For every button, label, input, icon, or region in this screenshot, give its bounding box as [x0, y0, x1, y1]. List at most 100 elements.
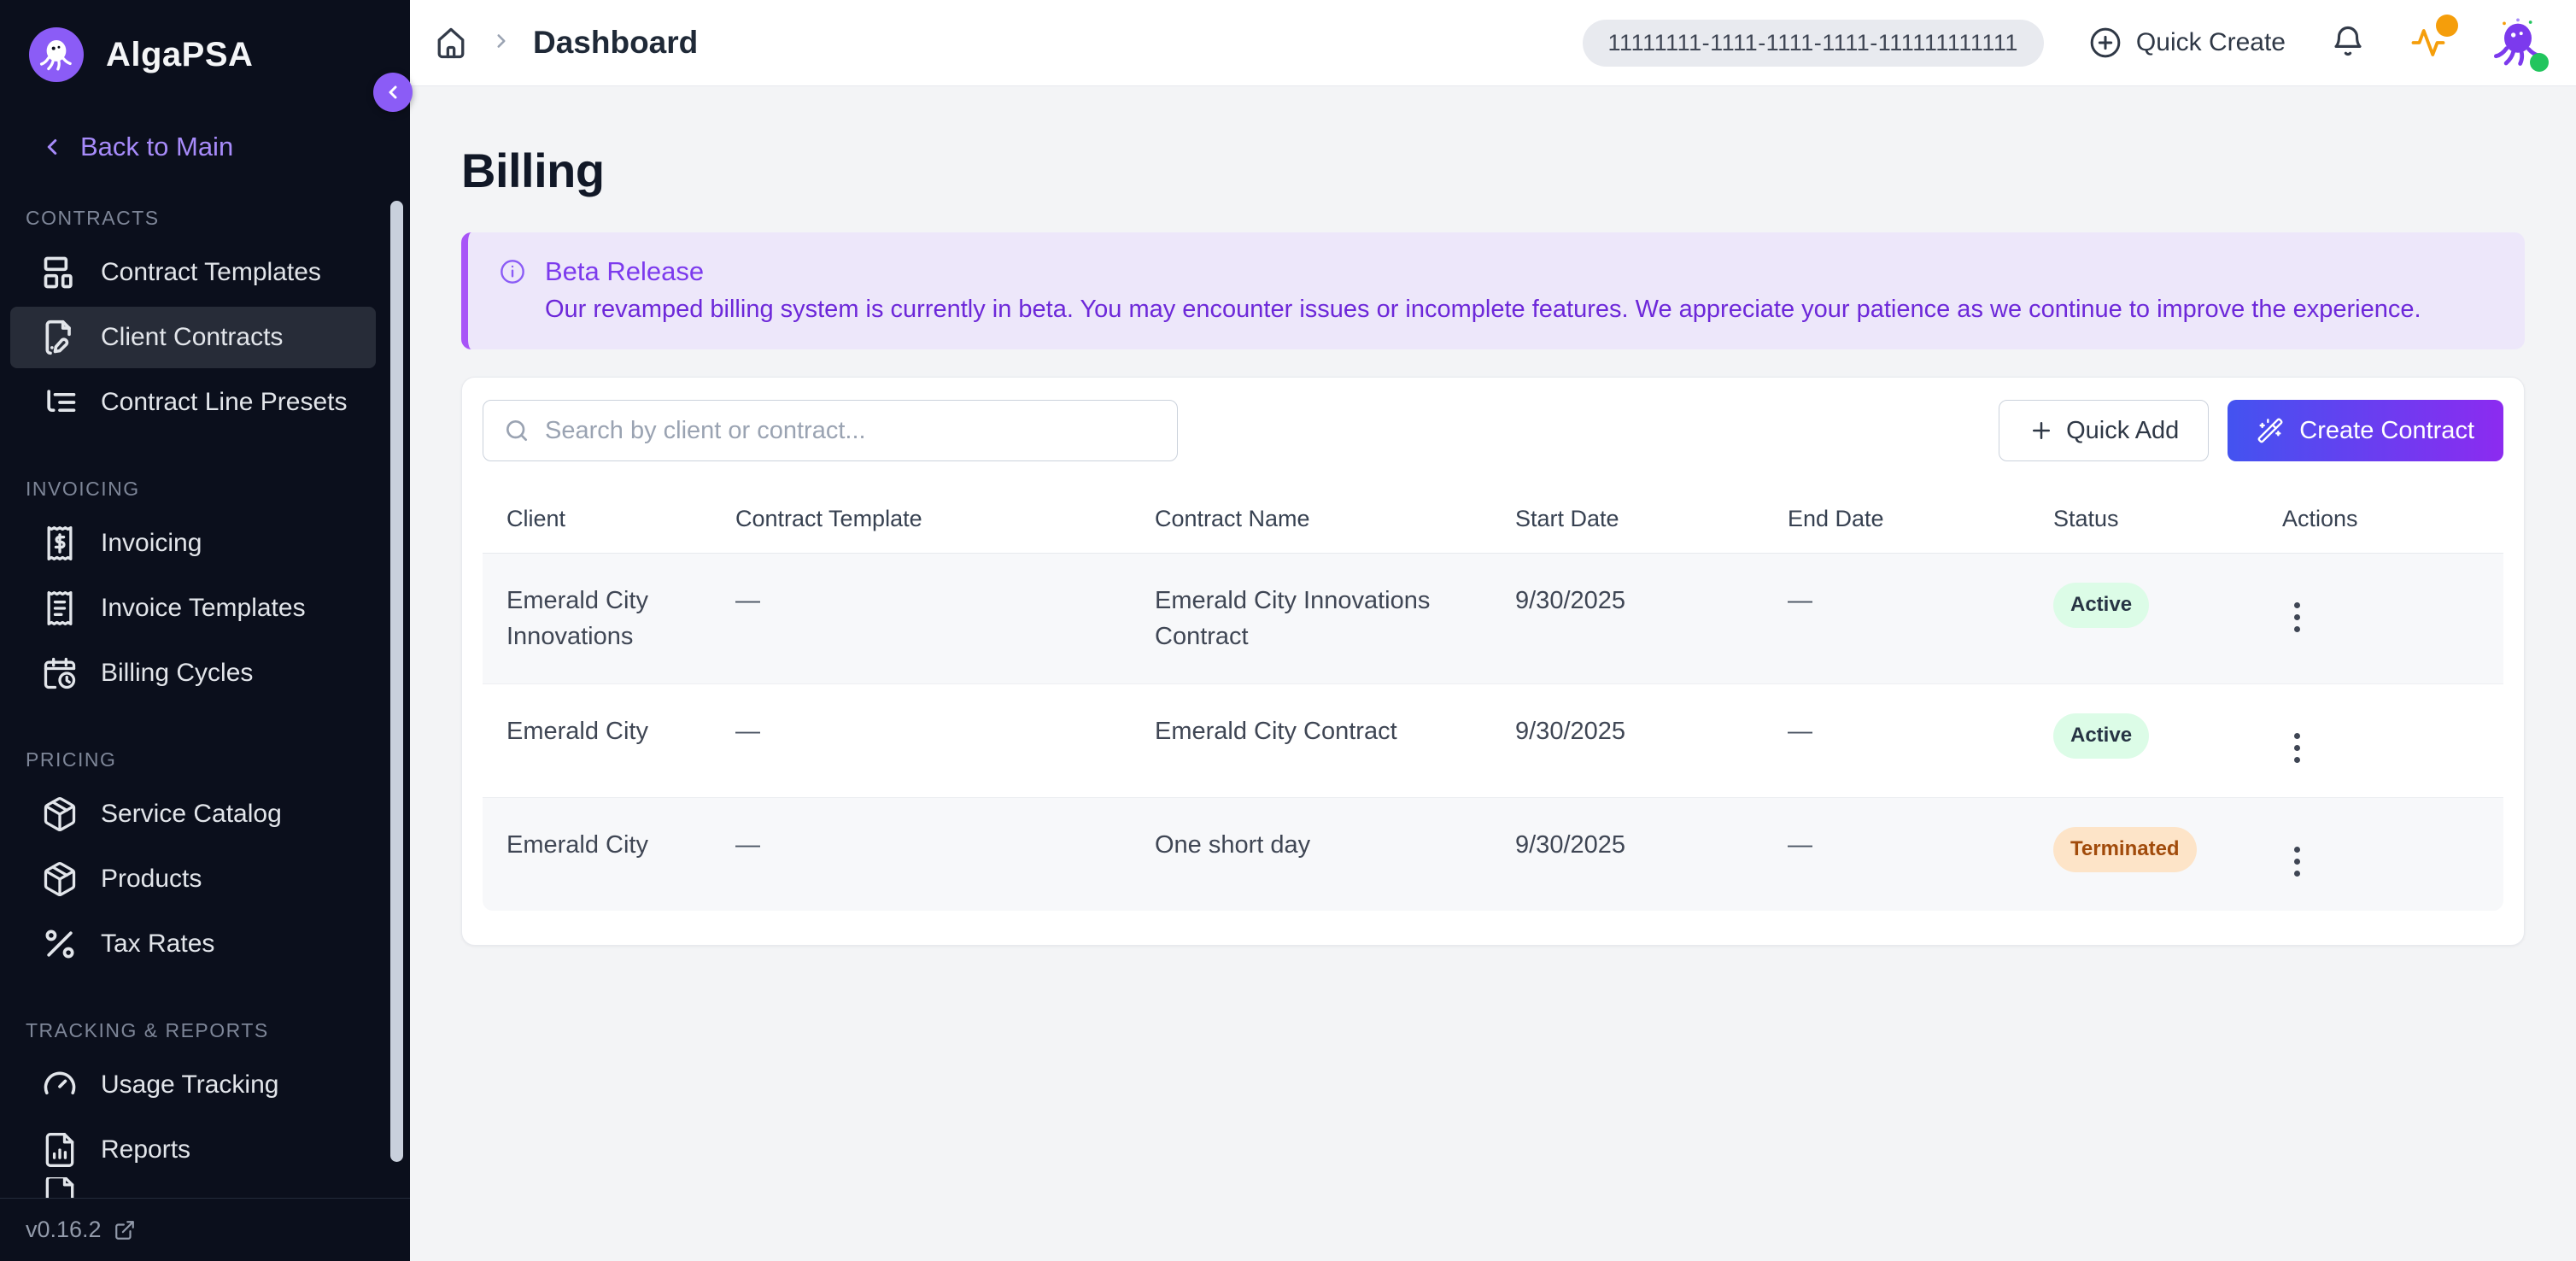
cell-end: — — [1764, 798, 2029, 912]
row-actions-menu-button[interactable] — [2282, 728, 2312, 768]
activity-button[interactable] — [2410, 25, 2446, 61]
plus-icon — [2029, 418, 2054, 443]
contracts-table: Client Contract Template Contract Name S… — [483, 485, 2503, 911]
cell-client: Emerald City — [483, 684, 711, 798]
sidebar-item-label: Invoice Templates — [101, 594, 306, 623]
info-icon — [499, 258, 526, 285]
sidebar-item-invoice-templates[interactable]: Invoice Templates — [10, 578, 376, 639]
cell-client: Emerald City — [483, 798, 711, 912]
package-icon — [41, 860, 79, 898]
search-icon — [503, 417, 530, 444]
sidebar-item-label: Usage Tracking — [101, 1070, 278, 1100]
home-breadcrumb-button[interactable] — [432, 24, 470, 62]
col-end-date: End Date — [1764, 485, 2029, 554]
sidebar-item-products[interactable]: Products — [10, 848, 376, 910]
sidebar-item-label: Service Catalog — [101, 800, 282, 829]
section-tracking-reports: TRACKING & REPORTS — [26, 1019, 410, 1042]
percent-icon — [41, 925, 79, 963]
cell-start: 9/30/2025 — [1491, 798, 1764, 912]
sidebar-scrollbar-thumb[interactable] — [390, 201, 403, 1162]
panels-icon — [41, 254, 79, 291]
table-header-row: Client Contract Template Contract Name S… — [483, 485, 2503, 554]
file-pen-icon — [41, 319, 79, 356]
nav-pricing: Service Catalog Products Tax Rates — [0, 783, 410, 975]
cell-template: — — [711, 554, 1131, 684]
col-start-date: Start Date — [1491, 485, 1764, 554]
col-client: Client — [483, 485, 711, 554]
sidebar-item-service-catalog[interactable]: Service Catalog — [10, 783, 376, 845]
cell-start: 9/30/2025 — [1491, 684, 1764, 798]
cell-template: — — [711, 684, 1131, 798]
table-row[interactable]: Emerald City Innovations — Emerald City … — [483, 554, 2503, 684]
page-title: Billing — [461, 143, 2525, 198]
chevron-left-icon — [39, 134, 65, 160]
online-status-dot — [2530, 53, 2549, 72]
status-badge: Active — [2053, 583, 2149, 628]
page-billing: Billing Beta Release Our revamped billin… — [410, 86, 2576, 1261]
sidebar-item-label: Contract Line Presets — [101, 388, 347, 417]
cell-end: — — [1764, 554, 2029, 684]
back-to-main-link[interactable]: Back to Main — [39, 132, 410, 162]
octopus-logo-icon — [29, 27, 84, 82]
status-badge: Terminated — [2053, 827, 2197, 872]
notifications-button[interactable] — [2330, 25, 2366, 61]
breadcrumb: Dashboard — [432, 24, 698, 62]
sidebar-item-invoicing[interactable]: Invoicing — [10, 513, 376, 574]
quick-add-label: Quick Add — [2066, 417, 2179, 445]
sidebar-item-reports[interactable]: Reports — [10, 1119, 376, 1181]
cell-template: — — [711, 798, 1131, 912]
chevron-left-icon — [383, 82, 403, 103]
header-actions: 11111111-1111-1111-1111-111111111111 Qui… — [1583, 15, 2545, 70]
table-row[interactable]: Emerald City — Emerald City Contract 9/3… — [483, 684, 2503, 798]
quick-create-label: Quick Create — [2136, 28, 2286, 57]
cell-end: — — [1764, 684, 2029, 798]
receipt-dollar-icon — [41, 525, 79, 562]
wand-sparkles-icon — [2257, 417, 2284, 444]
sidebar-item-billing-cycles[interactable]: Billing Cycles — [10, 642, 376, 704]
package-icon — [41, 795, 79, 833]
cell-name: Emerald City Innovations Contract — [1131, 554, 1491, 684]
sidebar-item-usage-tracking[interactable]: Usage Tracking — [10, 1054, 376, 1116]
create-contract-label: Create Contract — [2299, 417, 2474, 445]
sidebar-item-label: Billing Cycles — [101, 659, 253, 688]
sidebar-item-client-contracts[interactable]: Client Contracts — [10, 307, 376, 368]
sidebar-item-tax-rates[interactable]: Tax Rates — [10, 913, 376, 975]
external-link-icon[interactable] — [114, 1219, 136, 1241]
cell-name: One short day — [1131, 798, 1491, 912]
nav-invoicing: Invoicing Invoice Templates Billing Cycl… — [0, 513, 410, 704]
section-pricing: PRICING — [26, 748, 410, 771]
col-actions: Actions — [2258, 485, 2503, 554]
beta-release-banner: Beta Release Our revamped billing system… — [461, 232, 2525, 349]
contracts-toolbar: Quick Add Create Contract — [483, 400, 2503, 461]
user-avatar[interactable] — [2491, 15, 2545, 70]
tenant-id-badge: 11111111-1111-1111-1111-111111111111 — [1583, 20, 2044, 67]
cell-client: Emerald City Innovations — [483, 554, 711, 684]
row-actions-menu-button[interactable] — [2282, 597, 2312, 637]
cell-start: 9/30/2025 — [1491, 554, 1764, 684]
file-chart-icon — [41, 1131, 79, 1169]
nav-contracts: Contract Templates Client Contracts Cont… — [0, 242, 410, 433]
sidebar-item-label: Products — [101, 865, 202, 894]
create-contract-button[interactable]: Create Contract — [2228, 400, 2503, 461]
list-tree-icon — [41, 384, 79, 421]
sidebar-collapse-button[interactable] — [373, 73, 413, 112]
col-contract-template: Contract Template — [711, 485, 1131, 554]
quick-add-button[interactable]: Quick Add — [1999, 400, 2209, 461]
main-column: Dashboard 11111111-1111-1111-1111-111111… — [410, 0, 2576, 1261]
search-input[interactable] — [483, 400, 1178, 461]
quick-create-button[interactable]: Quick Create — [2088, 26, 2286, 60]
home-icon — [432, 24, 470, 62]
sidebar: AlgaPSA Back to Main CONTRACTS Contract … — [0, 0, 410, 1261]
table-row[interactable]: Emerald City — One short day 9/30/2025 —… — [483, 798, 2503, 912]
banner-title: Beta Release — [545, 256, 704, 287]
banner-message: Our revamped billing system is currently… — [545, 296, 2494, 324]
sidebar-item-label: Tax Rates — [101, 930, 214, 959]
sidebar-item-label: Reports — [101, 1135, 190, 1164]
sidebar-item-contract-line-presets[interactable]: Contract Line Presets — [10, 372, 376, 433]
cell-name: Emerald City Contract — [1131, 684, 1491, 798]
contracts-card: Quick Add Create Contract Client Contrac… — [461, 377, 2525, 946]
app-name: AlgaPSA — [106, 36, 253, 74]
sidebar-item-contract-templates[interactable]: Contract Templates — [10, 242, 376, 303]
bell-icon — [2330, 25, 2366, 61]
row-actions-menu-button[interactable] — [2282, 842, 2312, 882]
